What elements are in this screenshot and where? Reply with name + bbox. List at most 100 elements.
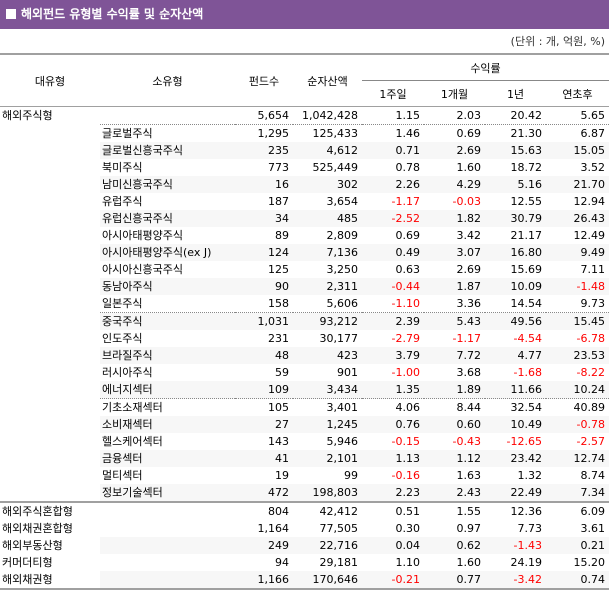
return-ytd: 23.53 xyxy=(546,347,609,364)
table-row: 금융섹터 41 2,101 1.13 1.12 23.42 12.74 xyxy=(0,450,609,467)
minor-type: 글로벌주식 xyxy=(100,124,235,142)
minor-type: 일본주식 xyxy=(102,297,143,310)
fund-count: 804 xyxy=(235,501,293,520)
minor-type: 유럽주식 xyxy=(102,195,143,208)
table-row: 헬스케어섹터 143 5,946 -0.15 -0.43 -12.65 -2.57 xyxy=(0,433,609,450)
return-1month: 4.29 xyxy=(424,176,485,193)
table-row: 정보기술섹터 472 198,803 2.23 2.43 22.49 7.34 xyxy=(0,484,609,502)
net-assets: 3,250 xyxy=(326,263,359,276)
fund-count: 94 xyxy=(275,556,289,569)
table-row: 유럽신흥국주식 34 485 -2.52 1.82 30.79 26.43 xyxy=(0,210,609,227)
fund-count: 34 xyxy=(235,210,293,227)
major-type xyxy=(0,450,100,467)
net-assets: 3,654 xyxy=(326,195,359,208)
minor-type: 유럽신흥국주식 xyxy=(100,210,235,227)
table-row: 인도주식 231 30,177 -2.79 -1.17 -4.54 -6.78 xyxy=(0,330,609,347)
major-type xyxy=(0,125,100,143)
fund-count: 773 xyxy=(268,161,289,174)
return-ytd: 0.21 xyxy=(546,537,609,554)
minor-type: 아시아태평양주식 xyxy=(102,229,183,242)
major-type xyxy=(0,364,100,381)
table-row: 아시아신흥국주식 125 3,250 0.63 2.69 15.69 7.11 xyxy=(0,261,609,278)
return-1month: 3.68 xyxy=(456,366,482,379)
table-row: 멀티섹터 19 99 -0.16 1.63 1.32 8.74 xyxy=(0,467,609,484)
major-type: 해외주식형 xyxy=(2,109,53,123)
net-assets: 93,212 xyxy=(293,312,362,330)
net-assets: 423 xyxy=(293,347,362,364)
major-type xyxy=(0,261,100,278)
fund-count: 143 xyxy=(268,435,289,448)
major-type xyxy=(0,142,100,159)
return-ytd: -8.22 xyxy=(576,366,605,379)
return-1year: 7.73 xyxy=(517,522,543,535)
minor-type: 중국주식 xyxy=(100,312,235,330)
major-type xyxy=(0,416,100,433)
fund-count: 1,031 xyxy=(235,312,293,330)
major-type xyxy=(0,467,100,484)
table-row: 동남아주식 90 2,311 -0.44 1.87 10.09 -1.48 xyxy=(0,278,609,295)
table-row: 글로벌신흥국주식 235 4,612 0.71 2.69 15.63 15.05 xyxy=(0,142,609,159)
return-1year: 15.69 xyxy=(510,263,543,276)
header-1year: 1년 xyxy=(485,80,546,107)
fund-count: 89 xyxy=(275,229,289,242)
table-row: 중국주식 1,031 93,212 2.39 5.43 49.56 15.45 xyxy=(0,312,609,330)
table-row: 해외채권형 1,166 170,646 -0.21 0.77 -3.42 0.74 xyxy=(0,571,609,590)
return-1week: 0.69 xyxy=(395,229,421,242)
major-type xyxy=(0,244,100,261)
minor-type: 정보기술섹터 xyxy=(100,484,235,502)
return-1month: 1.60 xyxy=(456,556,482,569)
return-1week: 1.35 xyxy=(362,381,424,399)
net-assets: 2,101 xyxy=(293,450,362,467)
major-type: 해외주식혼합형 xyxy=(0,501,100,520)
fund-count: 90 xyxy=(235,278,293,295)
fund-count: 16 xyxy=(235,176,293,193)
return-ytd: 12.94 xyxy=(573,195,606,208)
return-1month: 2.69 xyxy=(456,263,482,276)
return-1year: 14.54 xyxy=(510,297,543,310)
major-type xyxy=(0,295,100,313)
net-assets: 2,809 xyxy=(326,229,359,242)
net-assets: 901 xyxy=(337,366,358,379)
fund-count: 41 xyxy=(235,450,293,467)
return-1year: 12.55 xyxy=(510,195,543,208)
net-assets: 42,412 xyxy=(293,501,362,520)
return-ytd: 12.74 xyxy=(546,450,609,467)
net-assets: 77,505 xyxy=(319,522,359,535)
return-1year: 12.36 xyxy=(485,501,546,520)
major-type xyxy=(0,210,100,227)
fund-count: 249 xyxy=(235,537,293,554)
return-1week: -0.15 xyxy=(391,435,420,448)
return-1year: 10.09 xyxy=(485,278,546,295)
return-1month: 1.55 xyxy=(424,501,485,520)
return-1week: -2.52 xyxy=(362,210,424,227)
return-1week: 2.26 xyxy=(362,176,424,193)
table-row: 북미주식 773 525,449 0.78 1.60 18.72 3.52 xyxy=(0,159,609,176)
return-1week: 1.13 xyxy=(362,450,424,467)
return-1year: -4.54 xyxy=(513,332,542,345)
return-1month: 0.97 xyxy=(456,522,482,535)
major-type xyxy=(0,193,100,210)
return-1week: -0.21 xyxy=(362,571,424,590)
return-ytd: 8.74 xyxy=(580,469,606,482)
net-assets: 125,433 xyxy=(293,124,362,142)
return-1week: 4.06 xyxy=(362,398,424,416)
fund-count: 27 xyxy=(235,416,293,433)
return-1week: 0.30 xyxy=(395,522,421,535)
header-returns: 수익률 xyxy=(362,53,609,81)
return-ytd: -6.78 xyxy=(576,332,605,345)
major-type: 해외부동산형 xyxy=(2,539,63,552)
return-1year: 21.30 xyxy=(485,124,546,142)
minor-type: 금융섹터 xyxy=(100,450,235,467)
net-assets: 3,434 xyxy=(293,381,362,399)
return-1month: 0.62 xyxy=(424,537,485,554)
return-ytd: 15.05 xyxy=(546,142,609,159)
fund-count: 187 xyxy=(268,195,289,208)
table-row: 해외주식혼합형 804 42,412 0.51 1.55 12.36 6.09 xyxy=(0,501,609,520)
minor-type: 글로벌신흥국주식 xyxy=(100,142,235,159)
table-row: 브라질주식 48 423 3.79 7.72 4.77 23.53 xyxy=(0,347,609,364)
net-assets: 3,401 xyxy=(293,398,362,416)
table-row: 아시아태평양주식 89 2,809 0.69 3.42 21.17 12.49 xyxy=(0,227,609,244)
return-ytd: 15.20 xyxy=(573,556,606,569)
fund-count: 48 xyxy=(235,347,293,364)
net-assets: 5,606 xyxy=(326,297,359,310)
